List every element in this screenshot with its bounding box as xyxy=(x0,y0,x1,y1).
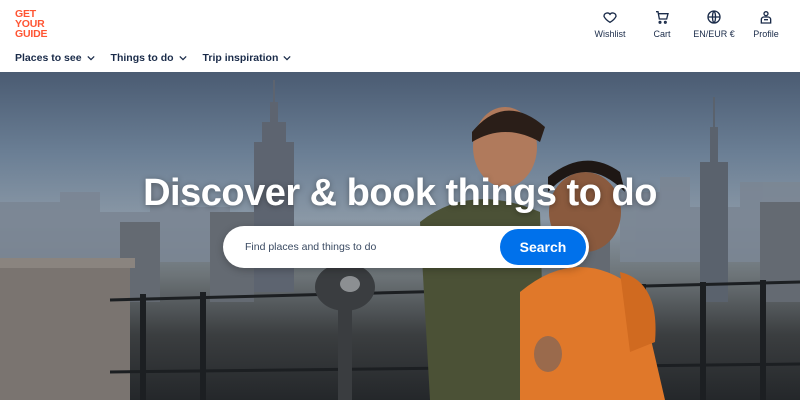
nav-places-to-see[interactable]: Places to see xyxy=(15,52,95,64)
search-button[interactable]: Search xyxy=(500,229,586,265)
main-nav: Places to see Things to do Trip inspirat… xyxy=(15,52,292,64)
hero-headline: Discover & book things to do xyxy=(143,172,657,214)
chevron-down-icon xyxy=(86,55,95,61)
search-input[interactable] xyxy=(245,226,495,268)
hero-banner: Discover & book things to do Search xyxy=(0,72,800,400)
nav-trip-inspiration[interactable]: Trip inspiration xyxy=(203,52,292,64)
heart-icon xyxy=(603,12,617,24)
wishlist-button[interactable]: Wishlist xyxy=(584,9,636,39)
nav-places-to-see-label: Places to see xyxy=(15,52,82,64)
profile-label: Profile xyxy=(753,29,779,39)
wishlist-label: Wishlist xyxy=(594,29,626,39)
nav-things-to-do-label: Things to do xyxy=(110,52,174,64)
nav-things-to-do[interactable]: Things to do xyxy=(111,52,187,64)
search-bar: Search xyxy=(223,226,589,268)
language-currency-button[interactable]: EN/EUR € xyxy=(688,9,740,39)
chevron-down-icon xyxy=(283,55,292,61)
nav-trip-inspiration-label: Trip inspiration xyxy=(202,52,279,64)
globe-icon xyxy=(707,10,721,24)
profile-icon xyxy=(760,11,772,24)
language-currency-label: EN/EUR € xyxy=(693,29,735,39)
logo-line-3: GUIDE xyxy=(15,28,48,40)
profile-button[interactable]: Profile xyxy=(740,9,792,39)
cart-icon xyxy=(656,11,669,24)
cart-label: Cart xyxy=(653,29,671,39)
getyourguide-logo[interactable]: GET YOUR GUIDE xyxy=(15,9,55,40)
chevron-down-icon xyxy=(178,55,187,61)
cart-button[interactable]: Cart xyxy=(636,9,688,39)
site-header: GET YOUR GUIDE Wishlist Cart EN/EUR € Pr… xyxy=(0,0,800,72)
top-actions: Wishlist Cart EN/EUR € Profile xyxy=(584,9,792,39)
